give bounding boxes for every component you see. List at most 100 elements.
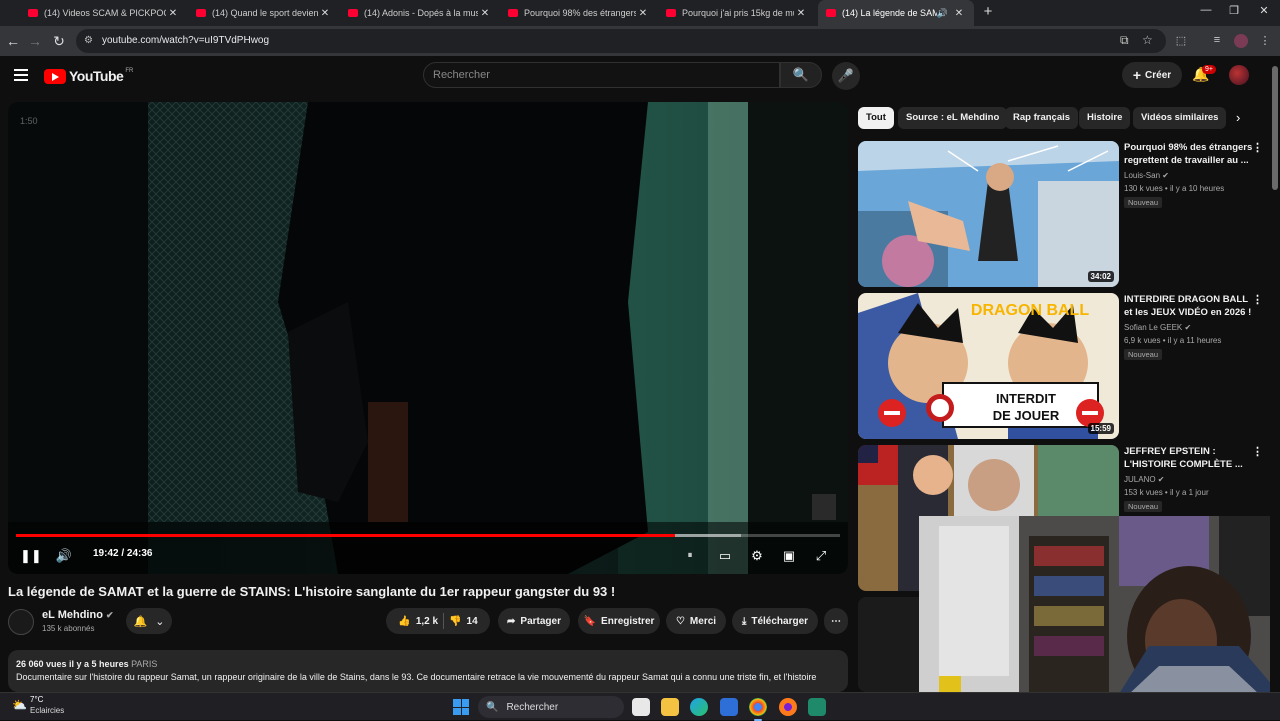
file-explorer-icon[interactable] [661, 698, 679, 716]
share-button[interactable]: ➦ Partager [498, 608, 570, 634]
browser-tab[interactable]: (14) Quand le sport devient TOXIQUE ✕ [188, 0, 340, 26]
forward-arrow-icon[interactable]: → [26, 32, 44, 50]
reload-icon[interactable]: ↻ [50, 32, 68, 50]
recommendation-item[interactable]: DRAGON BALL INTERDIT DE JOUER 15:59 INTE… [858, 293, 1270, 439]
channel-name[interactable]: eL Mehdino ✔ [42, 609, 114, 621]
search-button[interactable]: 🔍 [780, 62, 822, 88]
bookmark-star-icon[interactable]: ☆ [1142, 33, 1153, 47]
theater-mode-icon[interactable]: ▣ [778, 546, 800, 566]
more-vertical-icon[interactable]: ⋮ [1252, 141, 1263, 154]
browser-tab[interactable]: (14) Adonis - Dopés à la muscu ✕ [340, 0, 500, 26]
save-button[interactable]: 🔖 Enregistrer [578, 608, 660, 634]
close-tab-icon[interactable]: ✕ [636, 8, 650, 19]
recommendation-channel[interactable]: Sofian Le GEEK ✔ [1124, 323, 1191, 332]
app-icon[interactable] [808, 698, 826, 716]
fullscreen-icon[interactable]: ⤢ [810, 546, 832, 566]
subscription-bell-button[interactable]: 🔔 ⌄ [126, 608, 172, 634]
chip-similar[interactable]: Vidéos similaires [1133, 107, 1227, 129]
recommendation-title[interactable]: INTERDIRE DRAGON BALL et les JEUX VIDÉO … [1124, 293, 1254, 319]
new-tab-button[interactable]: + [980, 3, 996, 21]
chip-all[interactable]: Tout [858, 107, 894, 129]
chip-history[interactable]: Histoire [1079, 107, 1131, 129]
chevron-right-icon[interactable]: › [1236, 110, 1240, 125]
create-button[interactable]: + Créer [1122, 62, 1182, 88]
close-tab-icon[interactable]: ✕ [166, 8, 180, 19]
search-input[interactable] [433, 69, 753, 81]
location-tag[interactable]: PARIS [131, 659, 157, 669]
browser-tab[interactable]: (14) Videos SCAM & PICKPOCKET ✕ [20, 0, 188, 26]
firefox-browser-icon[interactable] [779, 698, 797, 716]
bookmark-icon: 🔖 [583, 615, 597, 627]
scrollbar-thumb[interactable] [1272, 66, 1278, 190]
extensions-icon[interactable]: ⬚ [1174, 34, 1188, 48]
close-window-icon[interactable]: ✕ [1256, 4, 1272, 17]
weather-partly-cloudy-icon[interactable]: ⛅ [12, 698, 28, 712]
chrome-menu-icon[interactable]: ⋮ [1258, 34, 1272, 48]
subtitles-icon[interactable]: ▭ [714, 546, 736, 566]
download-button[interactable]: ⤓ Télécharger [732, 608, 818, 634]
weather-condition[interactable]: Eclaircies [30, 706, 64, 715]
video-thumbnail[interactable]: DRAGON BALL INTERDIT DE JOUER 15:59 [858, 293, 1119, 439]
channel-corner-logo[interactable] [812, 494, 836, 520]
channel-name-text[interactable]: eL Mehdino [42, 609, 103, 621]
video-thumbnail[interactable]: 34:02 [858, 141, 1119, 287]
edge-browser-icon[interactable] [690, 698, 708, 716]
more-actions-button[interactable]: ⋯ [824, 608, 848, 634]
video-player[interactable]: 1:50 ❚❚ 🔊 19:42 / 24:36 ⏸ ▭ ⚙ ▣ ⤢ [8, 102, 848, 574]
channel-text[interactable]: Louis-San [1124, 171, 1160, 180]
media-control-icon[interactable]: ≡ [1210, 34, 1224, 48]
recommendation-channel[interactable]: JULANO ✔ [1124, 475, 1165, 484]
browser-tab[interactable]: Pourquoi 98% des étrangers regrettent ✕ [500, 0, 658, 26]
chrome-browser-icon[interactable] [749, 698, 767, 721]
pause-icon[interactable]: ❚❚ [20, 546, 42, 566]
channel-avatar[interactable] [8, 609, 34, 635]
recommendation-item[interactable]: 34:02 Pourquoi 98% des étrangers regrett… [858, 141, 1270, 287]
thumbs-up-icon: 👍 [398, 615, 411, 627]
profile-icon[interactable] [1234, 34, 1248, 48]
progress-bar[interactable] [16, 534, 840, 537]
search-icon: 🔍 [792, 67, 810, 82]
minimize-icon[interactable]: — [1198, 4, 1214, 16]
chip-source[interactable]: Source : eL Mehdino [898, 107, 1008, 129]
chip-rap[interactable]: Rap français [1005, 107, 1079, 129]
thanks-button[interactable]: ♡ Merci [666, 608, 726, 634]
windows-start-icon[interactable] [453, 699, 469, 715]
close-tab-icon[interactable]: ✕ [952, 8, 966, 19]
restore-icon[interactable]: ❐ [1226, 4, 1242, 17]
taskbar-search[interactable]: 🔍 Rechercher [478, 696, 624, 718]
recommendation-title[interactable]: JEFFREY EPSTEIN : L'HISTOIRE COMPLÈTE ..… [1124, 445, 1254, 471]
settings-gear-icon[interactable]: ⚙ [746, 546, 768, 566]
description-box[interactable]: 26 060 vues il y a 5 heures PARIS Docume… [8, 650, 848, 692]
url-text[interactable]: youtube.com/watch?v=uI9TVdPHwog [102, 35, 269, 46]
hamburger-menu-icon[interactable] [14, 69, 28, 81]
account-avatar[interactable] [1229, 65, 1249, 85]
close-tab-icon[interactable]: ✕ [794, 8, 808, 19]
site-info-icon[interactable]: ⚙ [84, 35, 96, 47]
close-tab-icon[interactable]: ✕ [318, 8, 332, 19]
autoplay-toggle-icon[interactable]: ⏸ [680, 546, 700, 566]
browser-tab-active[interactable]: (14) La légende de SAMAT et la guerre de… [818, 0, 974, 26]
channel-text[interactable]: JULANO [1124, 475, 1156, 484]
install-app-icon[interactable]: ⧉ [1120, 33, 1129, 48]
recommendation-title[interactable]: Pourquoi 98% des étrangers regrettent de… [1124, 141, 1254, 167]
browser-tab[interactable]: Pourquoi j'ai pris 15kg de muscle ✕ [658, 0, 816, 26]
page-scrollbar[interactable] [1270, 56, 1280, 692]
store-icon[interactable] [720, 698, 738, 716]
recommendation-thumbnail-partial[interactable] [858, 597, 919, 692]
omnibox[interactable]: ⚙ youtube.com/watch?v=uI9TVdPHwog ⧉ ☆ [76, 29, 1166, 53]
search-box[interactable] [423, 62, 780, 88]
more-vertical-icon[interactable]: ⋮ [1252, 293, 1263, 306]
voice-search-button[interactable]: 🎤 [832, 62, 860, 90]
more-vertical-icon[interactable]: ⋮ [1252, 445, 1263, 458]
recommendation-channel[interactable]: Louis-San ✔ [1124, 171, 1169, 180]
task-view-icon[interactable] [632, 698, 650, 716]
dislike-button[interactable]: 👎 14 [449, 616, 478, 627]
like-button[interactable]: 👍 1,2 k [398, 616, 438, 627]
close-tab-icon[interactable]: ✕ [478, 8, 492, 19]
volume-icon[interactable]: 🔊 [54, 546, 74, 566]
weather-temperature[interactable]: 7°C [30, 695, 43, 704]
back-arrow-icon[interactable]: ← [4, 32, 22, 50]
youtube-logo[interactable]: YouTube FR [44, 68, 133, 84]
speaker-icon[interactable]: 🔊 [937, 8, 948, 19]
channel-text[interactable]: Sofian Le GEEK [1124, 323, 1182, 332]
